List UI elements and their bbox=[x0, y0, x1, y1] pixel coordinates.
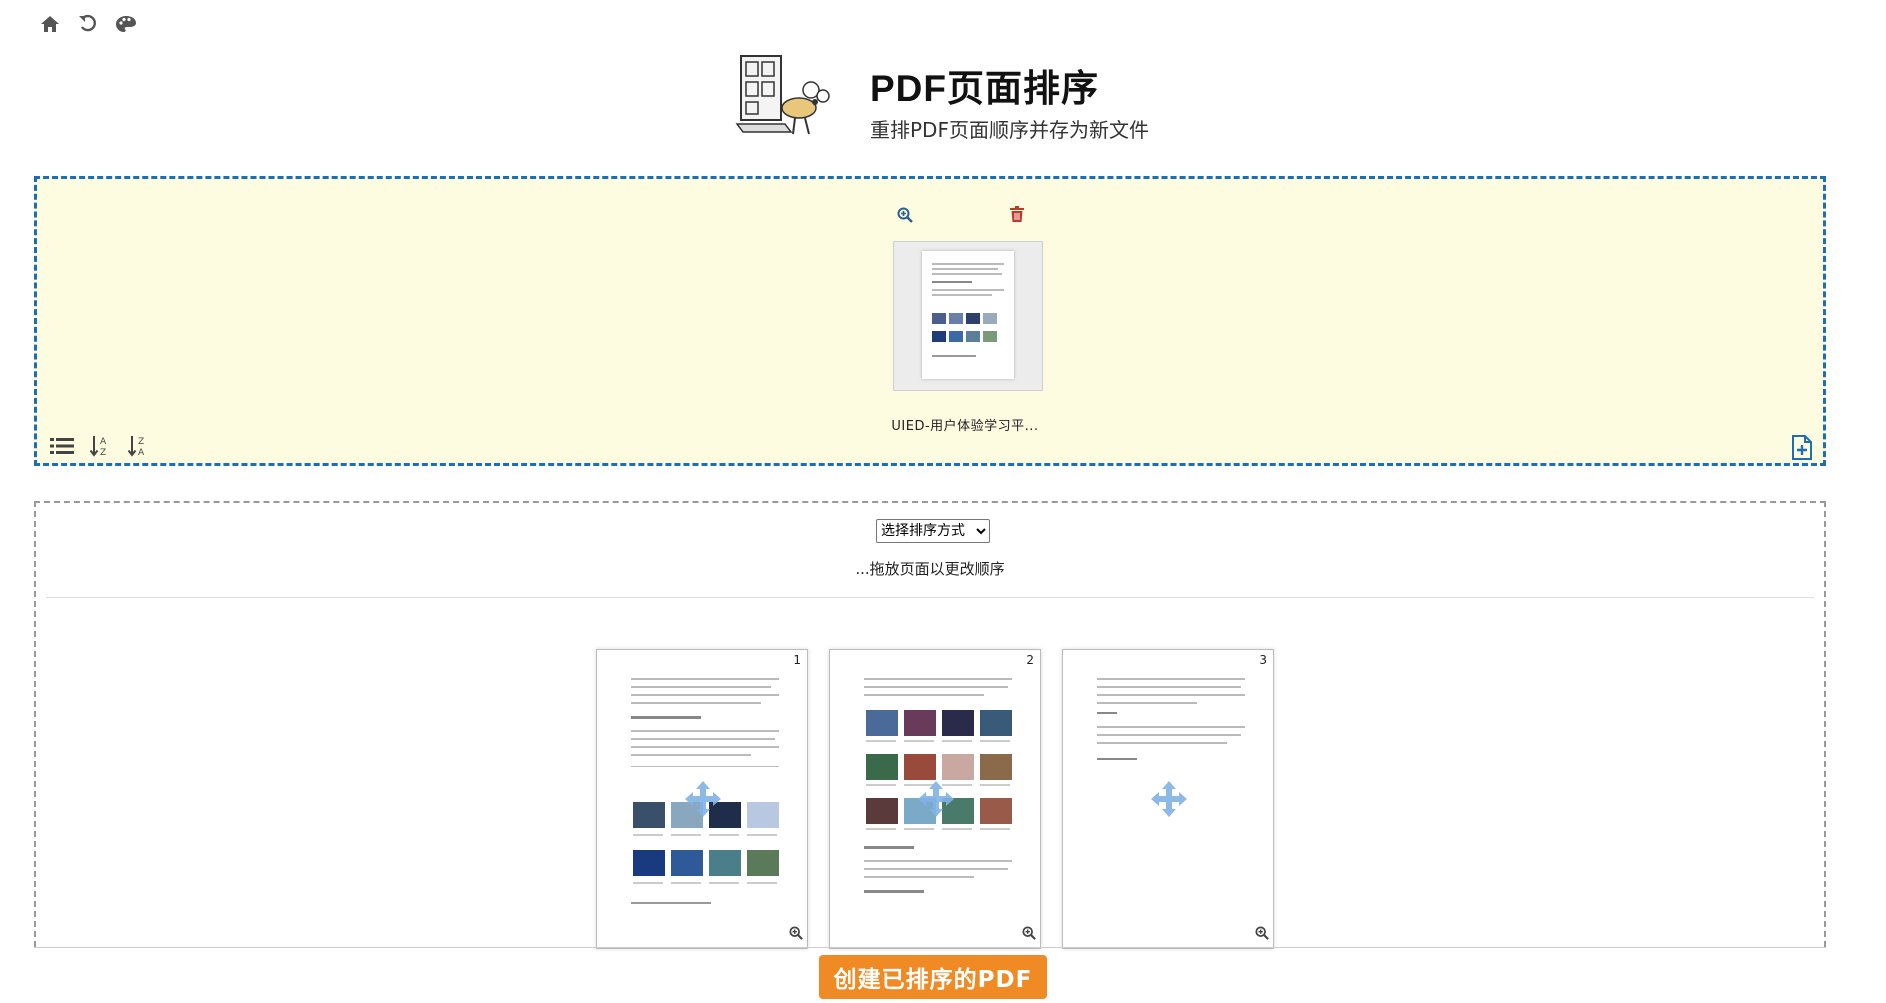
trash-icon[interactable] bbox=[1010, 206, 1024, 226]
logo-icon bbox=[735, 52, 835, 142]
page-sort-area: 选择排序方式 ...拖放页面以更改顺序 1 2 3 bbox=[34, 501, 1826, 949]
zoom-in-icon[interactable] bbox=[897, 207, 913, 227]
undo-icon[interactable] bbox=[76, 12, 100, 36]
file-plus-icon[interactable] bbox=[1791, 435, 1813, 465]
file-dropzone[interactable]: UIED-用户体验学习平... AZ ZA bbox=[34, 176, 1826, 466]
palette-icon[interactable] bbox=[114, 12, 138, 36]
sort-area-bottom-line bbox=[34, 947, 1826, 948]
svg-text:A: A bbox=[100, 437, 107, 447]
dropzone-tools: AZ ZA bbox=[49, 434, 151, 458]
move-icon bbox=[685, 781, 721, 821]
zoom-in-icon[interactable] bbox=[1255, 925, 1269, 944]
sort-az-icon[interactable]: AZ bbox=[87, 434, 113, 458]
create-sorted-pdf-button[interactable]: 创建已排序的PDF bbox=[819, 955, 1047, 999]
svg-text:Z: Z bbox=[100, 448, 106, 457]
file-card[interactable]: UIED-用户体验学习平... bbox=[860, 205, 1070, 434]
svg-text:A: A bbox=[138, 448, 145, 457]
zoom-in-icon[interactable] bbox=[789, 925, 803, 944]
app-header: PDF页面排序 重排PDF页面顺序并存为新文件 bbox=[735, 52, 1255, 152]
move-icon bbox=[1151, 781, 1187, 821]
page-tile[interactable]: 3 bbox=[1062, 649, 1274, 949]
page-tile[interactable]: 2 bbox=[829, 649, 1041, 949]
top-toolbar bbox=[38, 12, 138, 36]
list-icon[interactable] bbox=[49, 434, 75, 458]
zoom-in-icon[interactable] bbox=[1022, 925, 1036, 944]
page-title: PDF页面排序 bbox=[870, 68, 1099, 109]
page-subtitle: 重排PDF页面顺序并存为新文件 bbox=[870, 118, 1149, 142]
thumbnail-page bbox=[922, 251, 1014, 379]
move-icon bbox=[918, 781, 954, 821]
file-name: UIED-用户体验学习平... bbox=[891, 419, 1039, 434]
svg-text:Z: Z bbox=[138, 437, 144, 447]
drag-hint: ...拖放页面以更改顺序 bbox=[855, 560, 1005, 578]
home-icon[interactable] bbox=[38, 12, 62, 36]
page-tile[interactable]: 1 bbox=[596, 649, 808, 949]
file-thumbnail[interactable] bbox=[893, 241, 1043, 391]
sort-za-icon[interactable]: ZA bbox=[125, 434, 151, 458]
file-card-actions bbox=[860, 205, 1070, 229]
sort-method-select[interactable]: 选择排序方式 bbox=[876, 519, 990, 543]
divider bbox=[46, 597, 1814, 598]
